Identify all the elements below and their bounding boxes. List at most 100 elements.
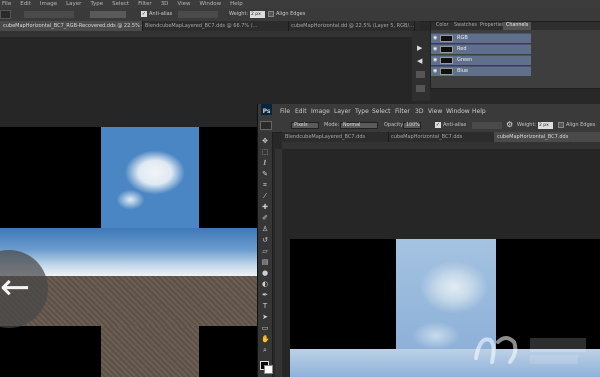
menu-image[interactable]: Image xyxy=(311,104,330,119)
quick-select-icon[interactable]: ✎ xyxy=(261,170,269,178)
weight-field[interactable]: 2 px xyxy=(538,122,553,129)
crop-icon[interactable]: ⌗ xyxy=(261,181,269,189)
eye-icon[interactable]: ◉ xyxy=(433,58,438,63)
tab-color[interactable]: Color xyxy=(433,22,452,30)
channel-label: Blue xyxy=(457,68,469,74)
back-align-edges-label: Align Edges xyxy=(276,11,306,17)
channel-thumbnail xyxy=(440,68,453,75)
weight-label: Weight: xyxy=(517,122,537,128)
channel-thumbnail xyxy=(440,35,453,42)
back-menu-help[interactable]: Help xyxy=(230,0,243,8)
channel-label: Red xyxy=(457,46,467,52)
back-selection-mode-icons[interactable] xyxy=(24,11,74,18)
back-menu-window[interactable]: Window xyxy=(199,0,221,8)
move-icon[interactable]: ✥ xyxy=(261,137,269,145)
play-icon[interactable]: ▶ xyxy=(417,44,422,52)
pen-icon[interactable]: ✒ xyxy=(261,291,269,299)
zoom-icon[interactable]: ⌕ xyxy=(261,346,269,354)
align-edges-label: Align Edges xyxy=(566,122,596,128)
channel-thumbnail xyxy=(440,46,453,53)
back-menu-layer[interactable]: Layer xyxy=(66,0,81,8)
back-menu-select[interactable]: Select xyxy=(112,0,129,8)
front-vertical-ruler xyxy=(275,149,282,377)
panel-icon[interactable] xyxy=(416,71,425,78)
healing-icon[interactable]: ✚ xyxy=(261,203,269,211)
watermark-logo xyxy=(470,328,596,374)
menu-edit[interactable]: Edit xyxy=(295,104,307,119)
feather-select[interactable]: Pixels xyxy=(291,122,319,129)
menu-select[interactable]: Select xyxy=(372,104,391,119)
anti-alias-checkbox[interactable]: ✓ xyxy=(435,122,441,128)
front-menubar: Ps File Edit Image Layer Type Select Fil… xyxy=(258,104,600,120)
back-tab-2[interactable]: BlendcubeMapLayered_BC7.dds @ 66.7% (... xyxy=(142,21,289,31)
eraser-icon[interactable]: ▱ xyxy=(261,247,269,255)
brush-icon[interactable]: ✐ xyxy=(261,214,269,222)
back-tab-1[interactable]: cubeMapHorizontal_BC7_RGB-Recovered.dds … xyxy=(0,21,143,31)
back-menu-edit[interactable]: Edit xyxy=(20,0,31,8)
path-select-icon[interactable]: ➤ xyxy=(261,313,269,321)
back-panel-dock-icons: ▶ ◀ xyxy=(412,31,430,101)
back-feather-field[interactable] xyxy=(90,11,126,18)
front-tab-2[interactable]: cubeMapHorizontal_BC7.dds xyxy=(388,132,495,142)
gradient-icon[interactable]: ▤ xyxy=(261,258,269,266)
menu-help[interactable]: Help xyxy=(472,104,486,119)
eye-icon[interactable]: ◉ xyxy=(433,69,438,74)
mode-select[interactable]: Normal xyxy=(340,122,378,129)
back-tool-preset-icon[interactable] xyxy=(0,10,11,19)
channel-row-rgb[interactable]: ◉ RGB xyxy=(431,33,531,43)
tool-preset-icon[interactable] xyxy=(260,121,272,130)
type-icon[interactable]: T xyxy=(261,302,269,310)
background-color-swatch[interactable] xyxy=(264,365,273,374)
eye-icon[interactable]: ◉ xyxy=(433,36,438,41)
align-edges-checkbox[interactable] xyxy=(558,122,564,128)
marquee-icon[interactable]: ⬚ xyxy=(261,148,269,156)
back-menu-file[interactable]: File xyxy=(2,0,11,8)
eye-icon[interactable]: ◉ xyxy=(433,47,438,52)
back-menu-filter[interactable]: Filter xyxy=(138,0,152,8)
back-menu-view[interactable]: View xyxy=(177,0,190,8)
back-align-edges-checkbox[interactable] xyxy=(268,11,274,17)
back-tab-3[interactable]: cubeMapHorizontal.dd @ 22.5% (Layer 5, R… xyxy=(288,21,415,31)
lasso-icon[interactable]: ℓ xyxy=(261,159,269,167)
tab-swatches[interactable]: Swatches xyxy=(451,22,480,30)
front-tab-3[interactable]: cubeMapHorizontal_BC7.dds xyxy=(494,132,600,142)
panel-icon-2[interactable] xyxy=(416,85,425,92)
menu-3d[interactable]: 3D xyxy=(415,104,423,119)
back-menu-3d[interactable]: 3D xyxy=(161,0,169,8)
back-anti-alias-label: Anti-alias xyxy=(149,11,173,17)
collapse-icon[interactable]: ◀ xyxy=(417,57,422,65)
back-menu-type[interactable]: Type xyxy=(90,0,103,8)
menu-type[interactable]: Type xyxy=(355,104,369,119)
history-brush-icon[interactable]: ↺ xyxy=(261,236,269,244)
back-weight-field[interactable]: 2 px xyxy=(250,11,265,18)
shape-icon[interactable]: ▭ xyxy=(261,324,269,332)
channel-row-red[interactable]: ◉ Red xyxy=(431,44,531,54)
tab-channels[interactable]: Channels xyxy=(503,22,532,30)
channel-label: RGB xyxy=(457,35,468,41)
stamp-icon[interactable]: ♙ xyxy=(261,225,269,233)
back-menu-image[interactable]: Image xyxy=(40,0,57,8)
cube-empty-bottom-left xyxy=(0,326,101,377)
back-anti-alias-checkbox[interactable]: ✓ xyxy=(141,11,147,17)
hand-icon[interactable]: ✋ xyxy=(261,335,270,343)
menu-layer[interactable]: Layer xyxy=(334,104,351,119)
cube-empty-top-right xyxy=(199,127,260,228)
opacity-field[interactable]: 100% xyxy=(403,122,421,129)
eyedropper-icon[interactable]: ⁄ xyxy=(261,192,269,200)
dodge-icon[interactable]: ◐ xyxy=(261,280,269,288)
menu-view[interactable]: View xyxy=(428,104,442,119)
front-options-bar: Pixels Mode: Normal Opacity: 100% ✓ Anti… xyxy=(258,119,600,133)
menu-filter[interactable]: Filter xyxy=(395,104,410,119)
cube-face-bottom xyxy=(101,326,199,377)
panel-tabs: Color Swatches Properties Channels xyxy=(431,22,600,30)
blur-icon[interactable]: ● xyxy=(261,269,269,277)
path-ops-icons[interactable] xyxy=(472,122,502,129)
front-tab-1[interactable]: BlendcubeMapLayered_BC7.dds xyxy=(282,132,389,142)
channel-row-green[interactable]: ◉ Green xyxy=(431,55,531,65)
menu-window[interactable]: Window xyxy=(446,104,470,119)
gear-icon[interactable]: ⚙ xyxy=(506,120,513,130)
back-weight-label: Weight: xyxy=(229,11,249,17)
menu-file[interactable]: File xyxy=(280,104,290,119)
channel-row-blue[interactable]: ◉ Blue xyxy=(431,66,531,76)
back-align-icons[interactable] xyxy=(178,11,218,18)
